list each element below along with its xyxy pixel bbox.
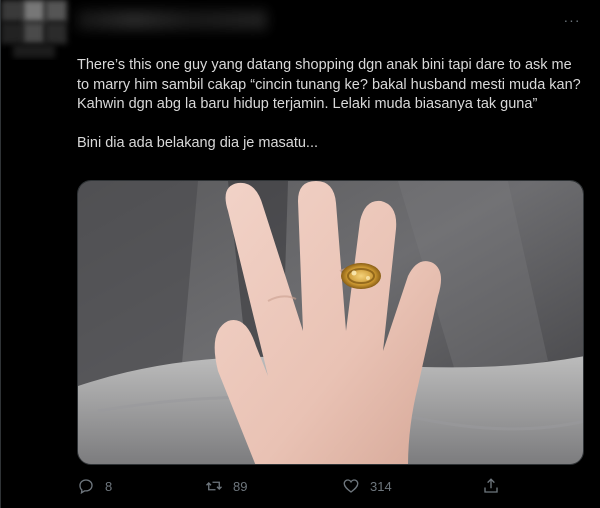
- retweet-count: 89: [233, 478, 248, 494]
- reply-icon: [79, 479, 93, 495]
- tweet[interactable]: ··· There’s this one guy yang datang sho…: [0, 0, 600, 508]
- hand-with-gold-ring-photo: [78, 181, 583, 464]
- reply-count: 8: [105, 478, 113, 494]
- reply-button[interactable]: 8: [77, 472, 112, 500]
- more-icon: ···: [563, 12, 581, 28]
- avatar[interactable]: [1, 0, 77, 60]
- like-count: 314: [370, 478, 392, 494]
- like-button[interactable]: 314: [342, 472, 392, 500]
- user-name-blurred[interactable]: [77, 10, 267, 30]
- tweet-text: There’s this one guy yang datang shoppin…: [77, 57, 581, 152]
- more-options-button[interactable]: ···: [560, 8, 584, 32]
- share-icon: [484, 478, 498, 493]
- heart-icon: [343, 479, 359, 493]
- tweet-actions: 8 89 314: [77, 472, 507, 500]
- share-button[interactable]: [482, 472, 500, 500]
- retweet-icon: [206, 481, 222, 491]
- tweet-photo[interactable]: [77, 180, 584, 465]
- retweet-button[interactable]: 89: [205, 472, 247, 500]
